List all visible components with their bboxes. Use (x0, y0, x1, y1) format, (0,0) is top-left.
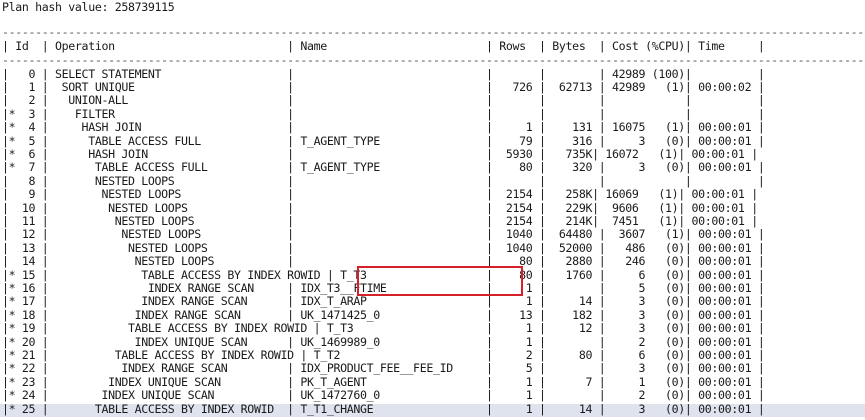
table-header: | Id | Operation | Name | Rows | Bytes |… (2, 39, 765, 53)
table-header-separator: ----------------------------------------… (2, 53, 865, 67)
table-row: |* 22 | INDEX RANGE SCAN | IDX_PRODUCT_F… (2, 361, 765, 376)
table-row: | 9 | NESTED LOOPS | | 2154 | 258K| 1606… (2, 187, 758, 202)
table-row: |* 24 | INDEX UNIQUE SCAN | UK_1472760_0… (2, 388, 765, 403)
table-row: |* 25 | TABLE ACCESS BY INDEX ROWID | T_… (2, 401, 765, 416)
annotation-highlight-box (357, 266, 523, 296)
plan-hash-line: Plan hash value: 258739115 (2, 0, 175, 14)
table-row: |* 17 | INDEX RANGE SCAN | IDX_T_ARAP | … (2, 294, 765, 309)
table-row: |* 6 | HASH JOIN | | 5930 | 735K| 16072 … (2, 147, 758, 161)
table-row: | 11 | NESTED LOOPS | | 2154 | 214K| 745… (2, 214, 758, 228)
table-row: | 2 | UNION-ALL | | | | | | (2, 93, 765, 108)
table-separator-top: ----------------------------------------… (2, 25, 865, 39)
table-row: | 0 | SELECT STATEMENT | | | | 42989 (10… (2, 66, 765, 81)
table-row: |* 18 | INDEX RANGE SCAN | UK_1471425_0 … (2, 307, 765, 322)
table-row: |* 20 | INDEX UNIQUE SCAN | UK_1469989_0… (2, 334, 765, 349)
table-row: | 12 | NESTED LOOPS | | 1040 | 64480 | 3… (2, 227, 765, 242)
table-row: |* 19 | TABLE ACCESS BY INDEX ROWID | T_… (2, 321, 765, 336)
table-row: |* 21 | TABLE ACCESS BY INDEX ROWID | T_… (2, 348, 765, 362)
sql-plan-output: Plan hash value: 258739115 -------------… (0, 0, 865, 420)
table-row: |* 4 | HASH JOIN | | 1 | 131 | 16075 (1)… (2, 120, 765, 135)
table-row: |* 3 | FILTER | | | | | | (2, 106, 765, 121)
table-row: | 13 | NESTED LOOPS | | 1040 | 52000 | 4… (2, 240, 765, 255)
table-row: | 1 | SORT UNIQUE | | 726 | 62713 | 4298… (2, 80, 765, 94)
table-row: |* 7 | TABLE ACCESS FULL | T_AGENT_TYPE … (2, 160, 765, 175)
table-row: | 10 | NESTED LOOPS | | 2154 | 229K| 960… (2, 200, 758, 215)
table-row: |* 23 | INDEX UNIQUE SCAN | PK_T_AGENT |… (2, 374, 765, 389)
table-row: |* 5 | TABLE ACCESS FULL | T_AGENT_TYPE … (2, 133, 765, 148)
table-row: | 8 | NESTED LOOPS | | | | | | (2, 173, 765, 188)
